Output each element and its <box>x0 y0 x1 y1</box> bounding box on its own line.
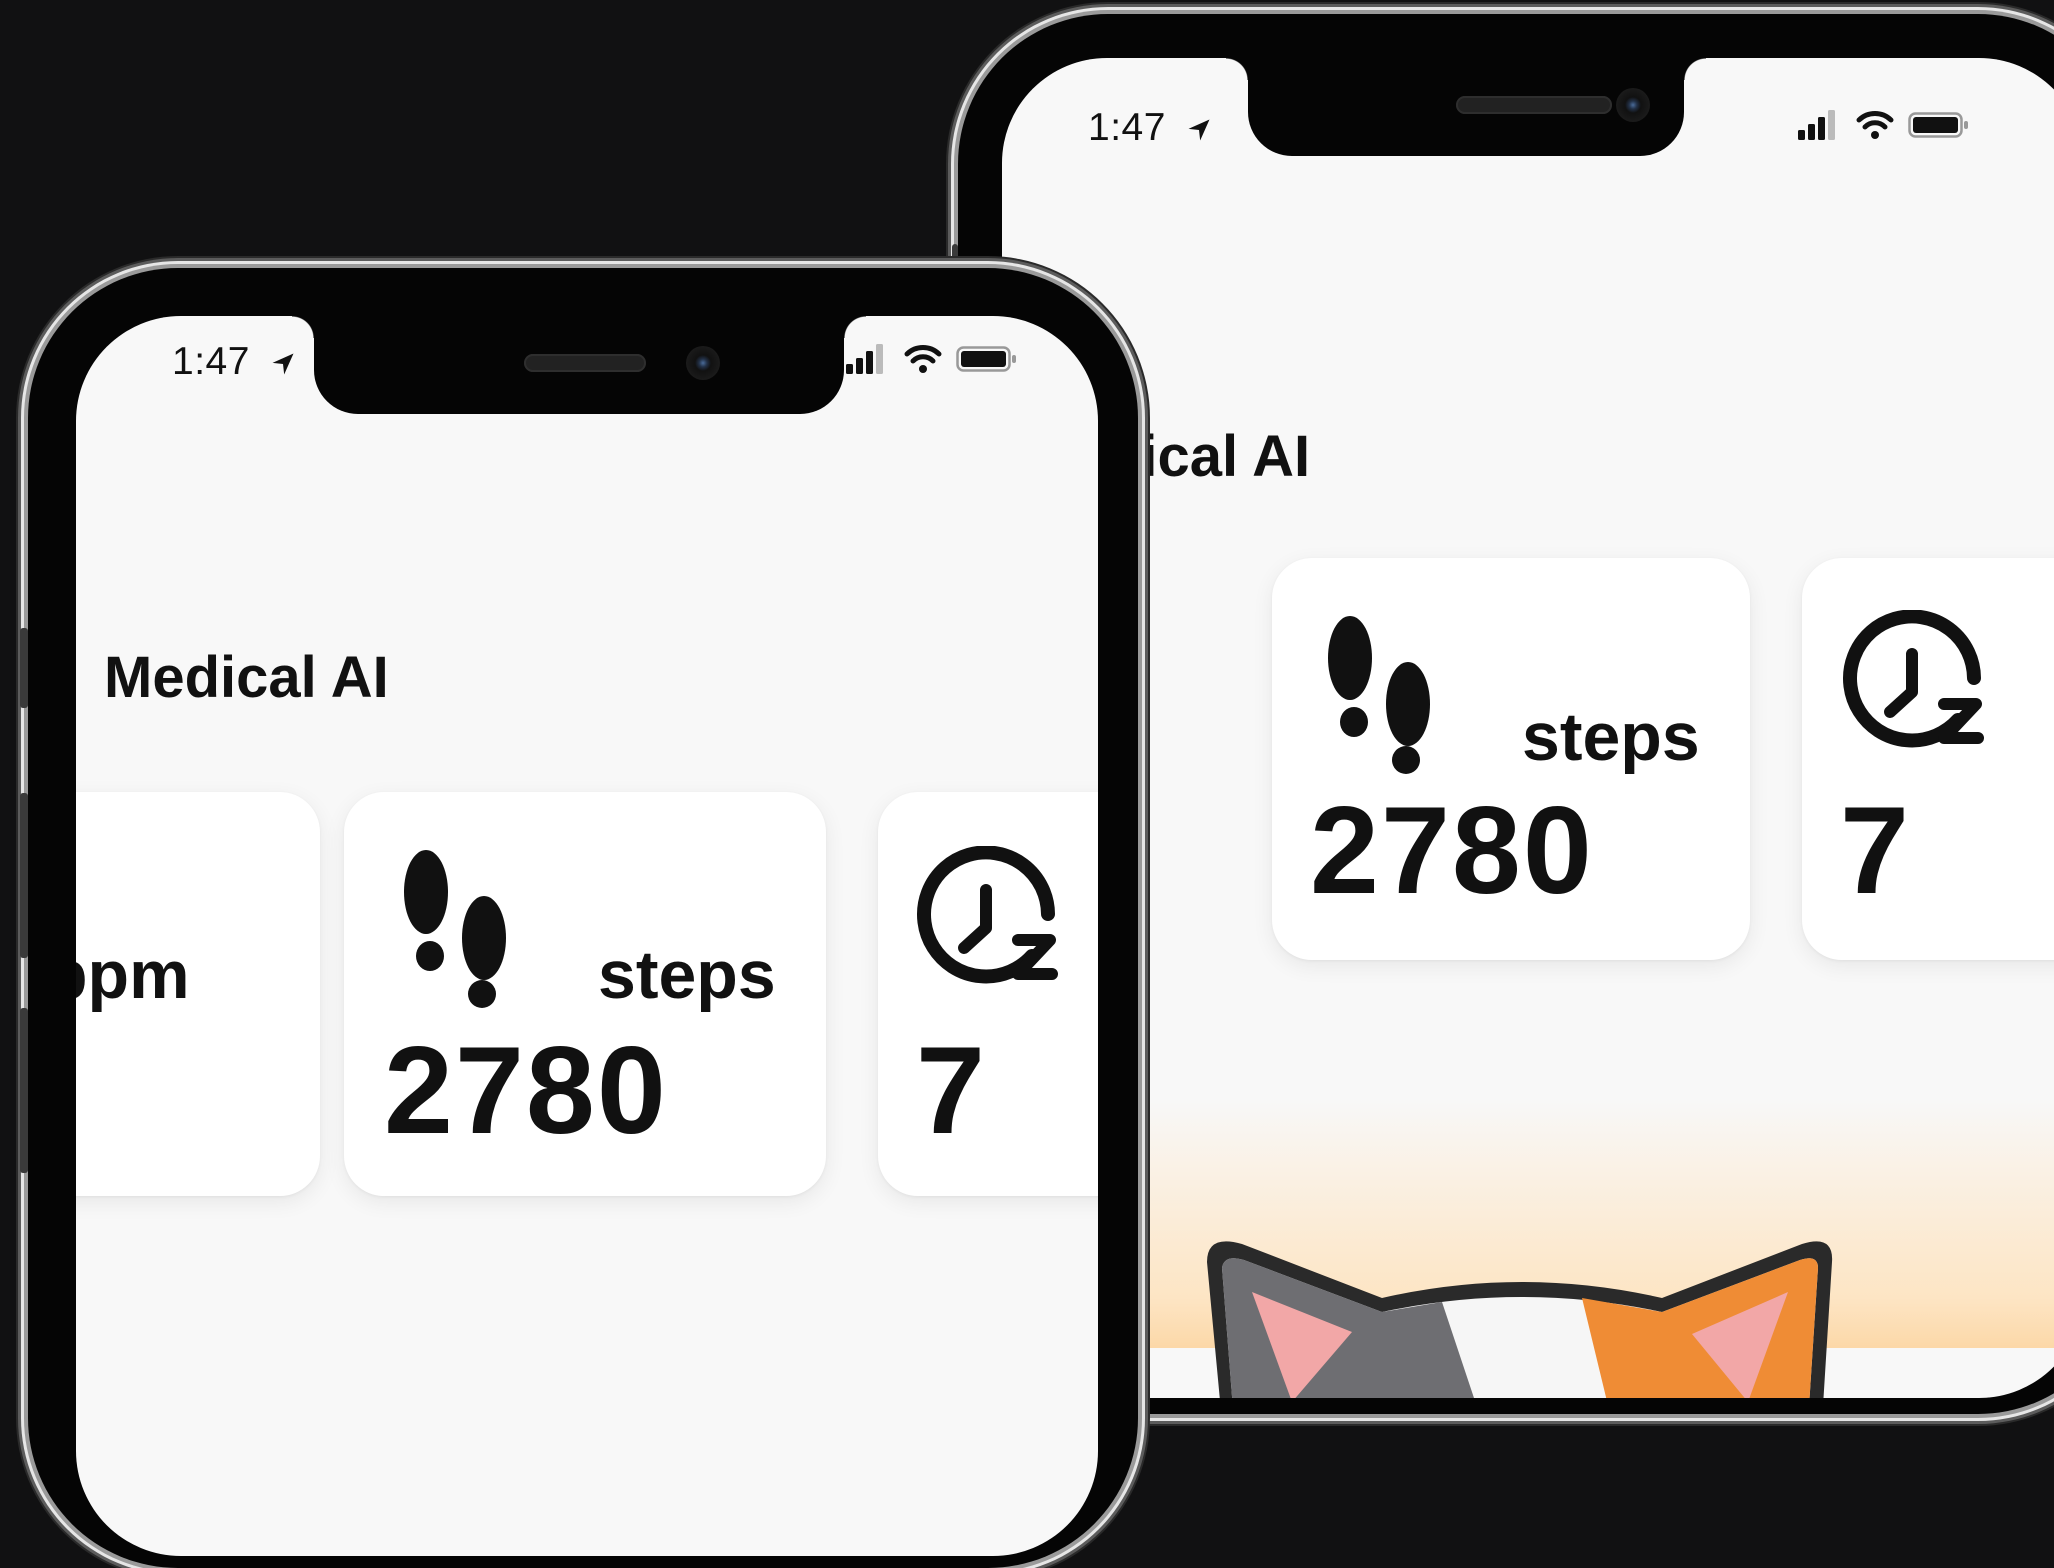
battery-icon <box>1908 112 1968 138</box>
front-camera <box>686 346 720 380</box>
notch <box>292 316 844 414</box>
sleep-card[interactable]: 7 <box>878 792 1098 1196</box>
front-camera <box>1616 88 1650 122</box>
location-arrow-icon <box>1188 119 1210 141</box>
phone-screen: 1:47 dical AI steps 2780 7 <box>1002 58 2054 1398</box>
steps-value: 2780 <box>1310 782 1594 920</box>
front-phone: 1:47 Medical AI bpm steps 2780 <box>20 268 1138 1568</box>
sleep-clock-icon <box>1843 610 1984 748</box>
signal-icon <box>846 344 883 374</box>
sleep-card[interactable]: 7 <box>1802 558 2054 960</box>
status-time: 1:47 <box>1088 106 1213 150</box>
heart-rate-unit: bpm <box>76 937 190 1013</box>
status-icons <box>846 344 1018 374</box>
app-title: Medical AI <box>104 645 389 710</box>
steps-card[interactable]: steps 2780 <box>344 792 826 1196</box>
speaker-grille <box>1456 96 1612 114</box>
location-arrow-icon <box>272 353 294 375</box>
steps-card[interactable]: steps 2780 <box>1272 558 1750 960</box>
footsteps-icon <box>404 850 506 1008</box>
phone-screen: 1:47 Medical AI bpm steps 2780 <box>76 316 1098 1556</box>
sleep-value: 7 <box>916 1022 987 1160</box>
calico-cat-icon <box>1207 1241 1833 1398</box>
status-time: 1:47 <box>172 340 297 384</box>
sleep-clock-icon <box>917 846 1058 984</box>
wifi-icon <box>1856 111 1894 139</box>
sleep-value: 7 <box>1840 782 1911 920</box>
battery-icon <box>956 346 1016 372</box>
steps-unit: steps <box>1522 699 1700 775</box>
notch <box>1226 58 1684 156</box>
signal-icon <box>1798 110 1835 140</box>
volume-down-button <box>20 1008 28 1173</box>
heart-rate-card[interactable]: bpm <box>76 792 320 1196</box>
wifi-icon <box>904 345 942 373</box>
steps-value: 2780 <box>384 1022 668 1160</box>
status-icons <box>1798 110 1970 140</box>
speaker-grille <box>524 354 646 372</box>
volume-up-button <box>20 793 28 958</box>
footsteps-icon <box>1328 616 1430 774</box>
steps-unit: steps <box>598 937 776 1013</box>
side-button <box>20 628 28 708</box>
